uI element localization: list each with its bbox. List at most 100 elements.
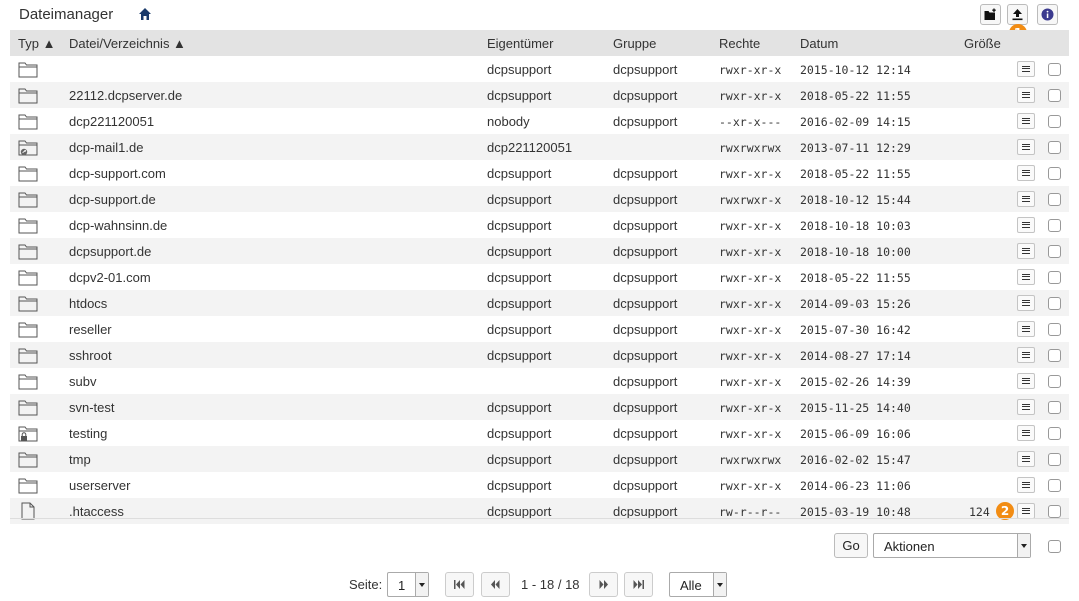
row-menu-button[interactable] — [1017, 191, 1035, 207]
row-checkbox[interactable] — [1048, 401, 1061, 414]
go-button[interactable]: Go — [834, 533, 868, 558]
column-permissions[interactable]: Rechte — [719, 36, 760, 51]
file-name[interactable]: dcp221120051 — [69, 114, 154, 129]
next-page-button[interactable] — [589, 572, 618, 597]
row-checkbox[interactable] — [1048, 297, 1061, 310]
menu-icon — [1022, 248, 1030, 254]
row-checkbox[interactable] — [1048, 141, 1061, 154]
table-row[interactable]: dcpsupport.de dcpsupport dcpsupport rwxr… — [10, 238, 1069, 264]
table-row[interactable]: dcp-support.de dcpsupport dcpsupport rwx… — [10, 186, 1069, 212]
per-page-select[interactable]: Alle — [669, 572, 727, 597]
row-menu-button[interactable] — [1017, 477, 1035, 493]
file-permissions: rwxr-xr-x — [719, 219, 782, 233]
file-name[interactable]: sshroot — [69, 348, 112, 363]
file-owner: dcpsupport — [487, 192, 552, 207]
info-button[interactable] — [1037, 4, 1058, 25]
home-icon[interactable] — [138, 7, 152, 21]
row-menu-button[interactable] — [1017, 503, 1035, 519]
row-menu-button[interactable] — [1017, 269, 1035, 285]
table-row[interactable]: 22112.dcpserver.de dcpsupport dcpsupport… — [10, 82, 1069, 108]
file-date: 2018-10-18 10:00 — [800, 245, 911, 259]
file-name[interactable]: reseller — [69, 322, 112, 337]
last-page-button[interactable] — [624, 572, 653, 597]
row-checkbox[interactable] — [1048, 505, 1061, 518]
next-page-icon — [599, 580, 608, 589]
upload-button[interactable] — [1007, 4, 1028, 25]
file-name[interactable]: dcp-mail1.de — [69, 140, 143, 155]
table-row[interactable]: dcp221120051 nobody dcpsupport --xr-x---… — [10, 108, 1069, 134]
table-row[interactable]: svn-test dcpsupport dcpsupport rwxr-xr-x… — [10, 394, 1069, 420]
column-group[interactable]: Gruppe — [613, 36, 656, 51]
previous-page-button[interactable] — [481, 572, 510, 597]
file-name[interactable]: dcp-support.de — [69, 192, 156, 207]
column-name[interactable]: Datei/Verzeichnis ▲ — [69, 36, 186, 51]
row-menu-button[interactable] — [1017, 399, 1035, 415]
row-checkbox[interactable] — [1048, 349, 1061, 362]
file-name[interactable]: dcp-wahnsinn.de — [69, 218, 167, 233]
row-checkbox[interactable] — [1048, 219, 1061, 232]
table-row[interactable]: dcp-wahnsinn.de dcpsupport dcpsupport rw… — [10, 212, 1069, 238]
file-name[interactable]: dcp-support.com — [69, 166, 166, 181]
row-menu-button[interactable] — [1017, 295, 1035, 311]
file-name[interactable]: dcpv2-01.com — [69, 270, 151, 285]
row-checkbox[interactable] — [1048, 271, 1061, 284]
row-menu-button[interactable] — [1017, 373, 1035, 389]
file-name[interactable]: dcpsupport.de — [69, 244, 151, 259]
file-name[interactable]: 22112.dcpserver.de — [69, 88, 182, 103]
file-name[interactable]: subv — [69, 374, 96, 389]
column-date[interactable]: Datum — [800, 36, 838, 51]
table-row[interactable]: dcpv2-01.com dcpsupport dcpsupport rwxr-… — [10, 264, 1069, 290]
file-name[interactable]: svn-test — [69, 400, 115, 415]
table-row[interactable]: userserver dcpsupport dcpsupport rwxr-xr… — [10, 472, 1069, 498]
actions-select[interactable]: Aktionen — [873, 533, 1031, 558]
row-checkbox[interactable] — [1048, 375, 1061, 388]
table-row[interactable]: sshroot dcpsupport dcpsupport rwxr-xr-x … — [10, 342, 1069, 368]
file-name[interactable]: tmp — [69, 452, 91, 467]
menu-icon — [1022, 352, 1030, 358]
table-row[interactable]: htdocs dcpsupport dcpsupport rwxr-xr-x 2… — [10, 290, 1069, 316]
table-row[interactable]: testing dcpsupport dcpsupport rwxr-xr-x … — [10, 420, 1069, 446]
select-all-checkbox[interactable] — [1048, 540, 1061, 553]
row-checkbox[interactable] — [1048, 167, 1061, 180]
file-rows: dcpsupport dcpsupport rwxr-xr-x 2015-10-… — [10, 56, 1069, 524]
row-menu-button[interactable] — [1017, 347, 1035, 363]
file-name[interactable]: userserver — [69, 478, 130, 493]
new-folder-button[interactable] — [980, 4, 1001, 25]
table-row[interactable]: tmp dcpsupport dcpsupport rwxrwxrwx 2016… — [10, 446, 1069, 472]
row-menu-button[interactable] — [1017, 425, 1035, 441]
row-checkbox[interactable] — [1048, 427, 1061, 440]
row-menu-button[interactable] — [1017, 139, 1035, 155]
page-select[interactable]: 1 — [387, 572, 429, 597]
row-checkbox[interactable] — [1048, 193, 1061, 206]
row-menu-button[interactable] — [1017, 217, 1035, 233]
row-menu-button[interactable] — [1017, 87, 1035, 103]
file-permissions: rwxr-xr-x — [719, 245, 782, 259]
first-page-button[interactable] — [445, 572, 474, 597]
row-menu-button[interactable] — [1017, 165, 1035, 181]
row-menu-button[interactable] — [1017, 113, 1035, 129]
row-checkbox[interactable] — [1048, 245, 1061, 258]
row-menu-button[interactable] — [1017, 243, 1035, 259]
file-name[interactable]: htdocs — [69, 296, 107, 311]
row-checkbox[interactable] — [1048, 479, 1061, 492]
file-owner: dcpsupport — [487, 244, 552, 259]
column-size[interactable]: Größe — [964, 36, 1001, 51]
table-row[interactable]: subv dcpsupport rwxr-xr-x 2015-02-26 14:… — [10, 368, 1069, 394]
file-name[interactable]: .htaccess — [69, 504, 124, 519]
row-checkbox[interactable] — [1048, 323, 1061, 336]
column-owner[interactable]: Eigentümer — [487, 36, 553, 51]
file-name[interactable]: testing — [69, 426, 107, 441]
row-checkbox[interactable] — [1048, 89, 1061, 102]
table-row[interactable]: dcp-support.com dcpsupport dcpsupport rw… — [10, 160, 1069, 186]
table-row[interactable]: dcp-mail1.de dcp221120051 rwxrwxrwx 2013… — [10, 134, 1069, 160]
row-menu-button[interactable] — [1017, 321, 1035, 337]
folder-icon — [18, 62, 38, 78]
row-checkbox[interactable] — [1048, 453, 1061, 466]
row-checkbox[interactable] — [1048, 115, 1061, 128]
table-row[interactable]: reseller dcpsupport dcpsupport rwxr-xr-x… — [10, 316, 1069, 342]
table-row[interactable]: dcpsupport dcpsupport rwxr-xr-x 2015-10-… — [10, 56, 1069, 82]
column-type[interactable]: Typ ▲ — [18, 36, 55, 51]
row-menu-button[interactable] — [1017, 451, 1035, 467]
row-checkbox[interactable] — [1048, 63, 1061, 76]
row-menu-button[interactable] — [1017, 61, 1035, 77]
